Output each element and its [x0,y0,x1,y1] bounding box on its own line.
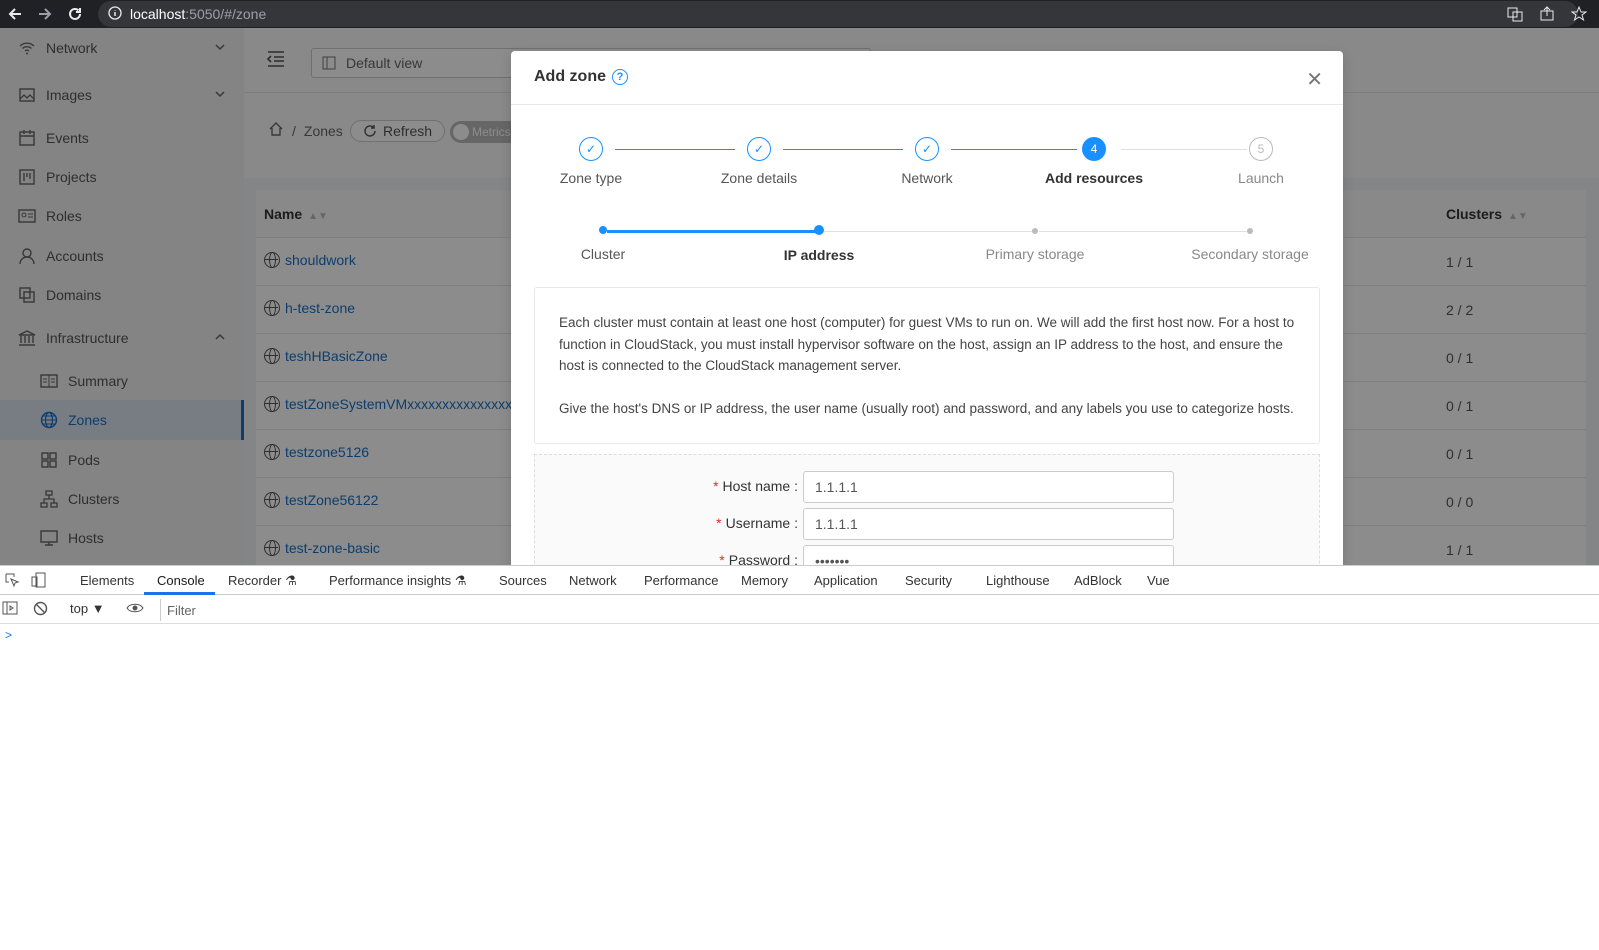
browser-actions [1505,4,1589,24]
form-row-host-name: * Host name : 1.1.1.1 [535,471,1321,503]
substep-secondary-storage[interactable]: Secondary storage [1170,228,1330,262]
substep-label: Secondary storage [1191,246,1309,262]
step-label: Zone type [559,170,623,186]
active-tab-indicator [144,592,215,595]
browser-toolbar: localhost:5050/#/zone [0,0,1599,28]
translate-icon[interactable] [1505,4,1525,24]
tab-application[interactable]: Application [814,573,878,588]
check-icon: ✓ [579,137,603,161]
url-host: localhost [130,6,186,22]
reload-icon[interactable] [60,0,90,28]
close-icon[interactable]: ✕ [1306,67,1323,92]
tab-performance[interactable]: Performance [644,573,718,588]
step-zone-details[interactable]: ✓ Zone details [689,137,829,186]
modal-header: Add zone ? ✕ [511,51,1343,105]
substep-label: Primary storage [985,246,1085,262]
username-label: * Username : [716,515,798,531]
step-number: 4 [1082,137,1106,161]
host-name-input[interactable]: 1.1.1.1 [803,471,1174,503]
question-circle-icon[interactable]: ? [612,69,628,85]
flask-icon: ⚗ [285,573,297,588]
sidebar-toggle-icon[interactable] [2,601,18,618]
forward-arrow-icon[interactable] [30,0,60,28]
step-network[interactable]: ✓ Network [857,137,997,186]
form-row-password: * Password : ••••••• [535,545,1321,565]
flask-icon: ⚗ [454,573,467,588]
url-text: localhost:5050/#/zone [130,6,266,22]
password-label: * Password : [719,552,798,565]
check-icon: ✓ [747,137,771,161]
step-label: Add resources [1044,170,1144,186]
info-paragraph: Each cluster must contain at least one h… [559,315,1295,373]
modal-title: Add zone ? [534,68,628,86]
eye-icon[interactable] [126,601,144,618]
check-icon: ✓ [915,137,939,161]
console-prompt[interactable]: > [5,628,12,642]
step-add-resources[interactable]: 4 Add resources [1024,137,1164,186]
host-form: * Host name : 1.1.1.1 * Username : 1.1.1.1… [534,454,1320,565]
substep-ip-address[interactable]: IP address [739,225,899,263]
step-dot [814,225,824,235]
substep-cluster[interactable]: Cluster [523,226,683,262]
substep-label: Cluster [580,246,626,262]
address-bar[interactable]: localhost:5050/#/zone [98,1,1578,27]
step-launch[interactable]: 5 Launch [1191,137,1331,186]
info-paragraph: Give the host's DNS or IP address, the u… [559,400,1294,416]
device-toolbar-icon[interactable] [31,572,47,591]
context-select[interactable]: top ▼ [70,601,105,616]
info-icon[interactable] [108,5,122,23]
substep-primary-storage[interactable]: Primary storage [955,228,1115,262]
info-box: Each cluster must contain at least one h… [534,287,1320,444]
step-dot [1247,228,1253,234]
tab-memory[interactable]: Memory [741,573,788,588]
tab-adblock[interactable]: AdBlock [1074,573,1122,588]
console-filter-input[interactable]: Filter [160,599,1599,621]
step-number: 5 [1249,137,1273,161]
tab-elements[interactable]: Elements [80,573,134,588]
password-input[interactable]: ••••••• [803,545,1174,565]
inspect-element-icon[interactable] [4,572,20,591]
step-label: Zone details [720,170,798,186]
tab-sources[interactable]: Sources [499,573,547,588]
url-path: :5050/#/zone [185,6,267,22]
substep-label: IP address [783,247,855,263]
bookmark-star-icon[interactable] [1569,4,1589,24]
host-name-label: * Host name : [713,478,798,494]
tab-security[interactable]: Security [905,573,952,588]
devtools-panel: Elements Console Recorder ⚗ Performance … [0,565,1599,950]
step-dot [599,226,607,234]
tab-vue[interactable]: Vue [1147,573,1170,588]
tab-lighthouse[interactable]: Lighthouse [986,573,1050,588]
step-label: Network [901,170,953,186]
tab-performance-insights[interactable]: Performance insights ⚗ [329,573,466,589]
username-input[interactable]: 1.1.1.1 [803,508,1174,540]
add-zone-modal: Add zone ? ✕ ✓ Zone type ✓ Zone details … [511,51,1343,565]
tab-network[interactable]: Network [569,573,617,588]
clear-console-icon[interactable] [33,601,48,619]
form-row-username: * Username : 1.1.1.1 [535,508,1321,540]
back-arrow-icon[interactable] [0,0,30,28]
console-toolbar: top ▼ Filter [0,596,1599,624]
tab-console[interactable]: Console [157,573,205,588]
step-label: Launch [1238,170,1284,186]
tab-recorder[interactable]: Recorder ⚗ [228,573,297,589]
share-icon[interactable] [1537,4,1557,24]
step-dot [1032,228,1038,234]
devtools-tabbar: Elements Console Recorder ⚗ Performance … [0,566,1599,595]
step-zone-type[interactable]: ✓ Zone type [521,137,661,186]
